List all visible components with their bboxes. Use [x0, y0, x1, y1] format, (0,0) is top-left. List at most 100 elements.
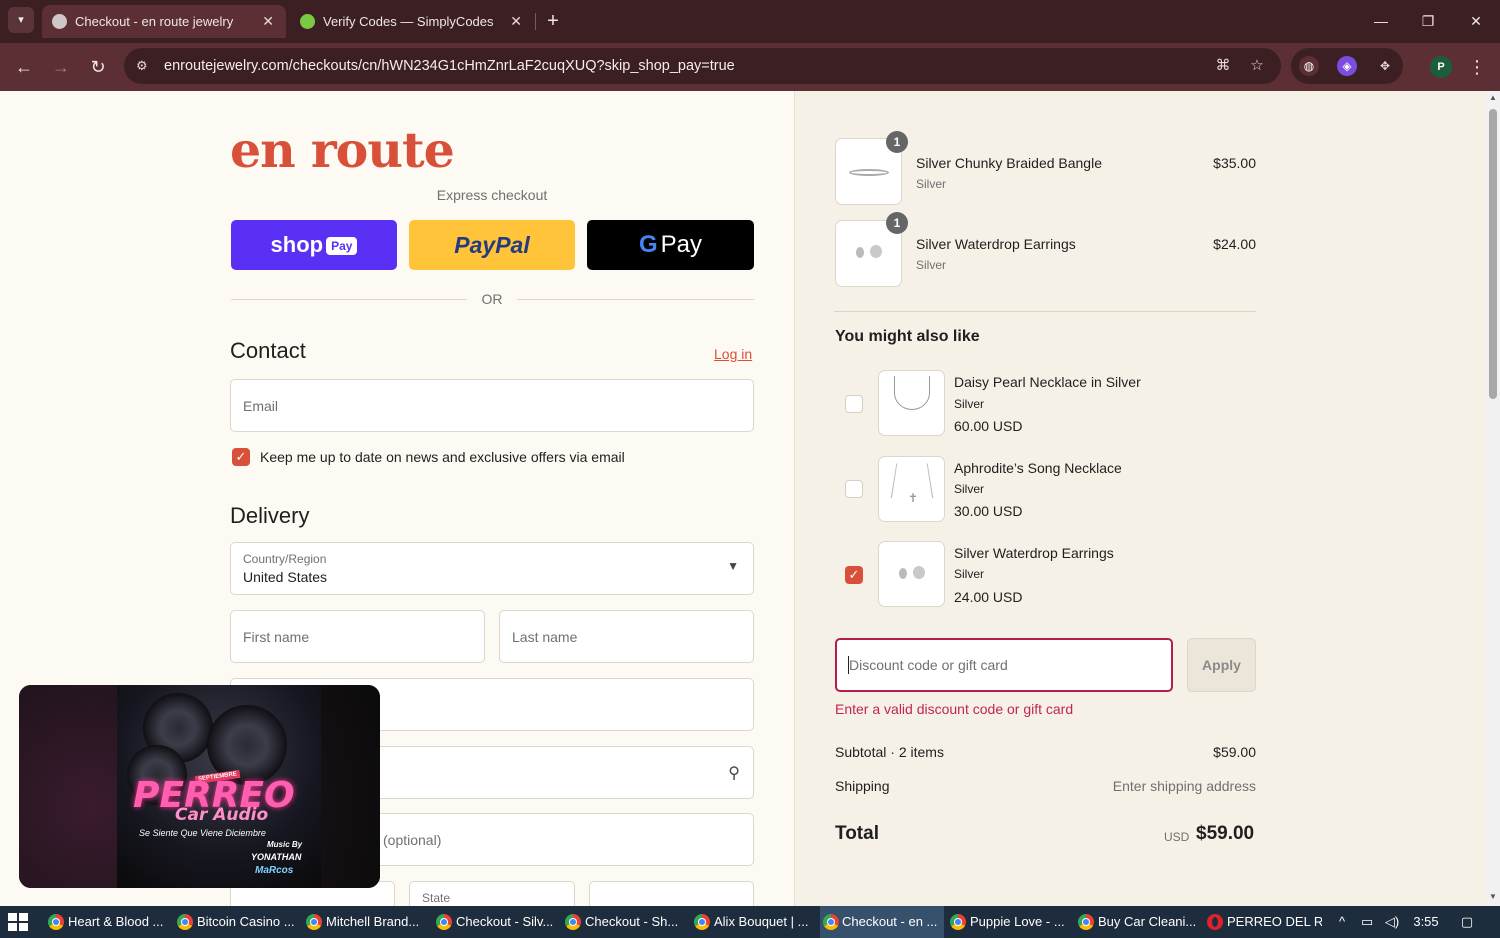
- google-pay-button[interactable]: G Pay: [587, 220, 754, 270]
- state-select[interactable]: State: [409, 881, 575, 906]
- back-icon[interactable]: ←: [10, 53, 38, 81]
- vpn-globe-icon[interactable]: ◍: [1299, 56, 1319, 76]
- waterdrop-earrings-thumbnail[interactable]: [878, 541, 945, 607]
- browser-toolbar: ← → ↻ ⚙ enroutejewelry.com/checkouts/cn/…: [0, 43, 1500, 91]
- taskbar-app[interactable]: Bitcoin Casino ...: [177, 906, 300, 938]
- state-label: State: [422, 891, 451, 905]
- taskbar-app-current[interactable]: Checkout - en ...: [820, 906, 944, 938]
- recommendation-name[interactable]: Daisy Pearl Necklace in Silver: [954, 374, 1141, 390]
- delivery-heading: Delivery: [230, 503, 310, 528]
- chrome-icon: [1078, 914, 1094, 930]
- volume-icon[interactable]: ◁): [1381, 906, 1403, 938]
- puzzle-icon[interactable]: ✥: [1375, 56, 1395, 76]
- close-tab-icon[interactable]: ✕: [262, 5, 274, 38]
- recommendation-checkbox[interactable]: [845, 395, 863, 413]
- taskbar-app[interactable]: Checkout - Sh...: [565, 906, 688, 938]
- or-divider-left: [231, 299, 467, 300]
- quantity-badge: 1: [886, 131, 908, 153]
- forward-icon[interactable]: →: [47, 53, 75, 81]
- quantity-badge: 1: [886, 212, 908, 234]
- total-currency: USD: [1164, 830, 1190, 844]
- last-name-placeholder: Last name: [512, 629, 578, 645]
- url-text[interactable]: enroutejewelry.com/checkouts/cn/hWN234G1…: [164, 48, 735, 84]
- chrome-icon: [950, 914, 966, 930]
- new-tab-button[interactable]: +: [542, 7, 564, 35]
- reload-icon[interactable]: ↻: [84, 53, 112, 81]
- scroll-up-icon[interactable]: ▲: [1488, 93, 1498, 102]
- chrome-icon: [565, 914, 581, 930]
- extension-icon[interactable]: ◈: [1337, 56, 1357, 76]
- shop-pay-tag: Pay: [326, 237, 358, 256]
- taskbar-app-label: Bitcoin Casino ...: [197, 914, 295, 929]
- scrollbar-thumb[interactable]: [1489, 109, 1497, 399]
- taskbar-app[interactable]: PERREO DEL R...: [1207, 906, 1322, 938]
- country-value: United States: [243, 569, 328, 585]
- opera-icon: [1207, 914, 1223, 930]
- window-close-icon[interactable]: ✕: [1462, 8, 1490, 34]
- taskbar-app[interactable]: Puppie Love - ...: [950, 906, 1073, 938]
- close-tab-icon[interactable]: ✕: [510, 5, 522, 38]
- shop-pay-button[interactable]: shop Pay: [231, 220, 397, 270]
- recommendation-checkbox[interactable]: [845, 480, 863, 498]
- chrome-icon: [694, 914, 710, 930]
- last-name-field[interactable]: Last name: [499, 610, 754, 663]
- picture-in-picture-video[interactable]: SEPTIEMBRE PERREO Car Audio Se Siente Qu…: [19, 685, 380, 888]
- recommendation-name[interactable]: Silver Waterdrop Earrings: [954, 545, 1114, 561]
- minimize-icon[interactable]: —: [1367, 8, 1395, 34]
- translate-icon[interactable]: ⌘: [1213, 56, 1233, 76]
- taskbar-app-label: Puppie Love - ...: [970, 914, 1065, 929]
- network-icon[interactable]: ▭: [1356, 906, 1378, 938]
- taskbar-app[interactable]: Checkout - Silv...: [436, 906, 559, 938]
- taskbar-app[interactable]: Mitchell Brand...: [306, 906, 429, 938]
- discount-placeholder: Discount code or gift card: [849, 657, 1008, 673]
- windows-taskbar: Heart & Blood ... Bitcoin Casino ... Mit…: [0, 906, 1500, 938]
- taskbar-app[interactable]: Alix Bouquet | ...: [694, 906, 817, 938]
- aphrodite-necklace-thumbnail[interactable]: ✝: [878, 456, 945, 522]
- address-bar[interactable]: ⚙ enroutejewelry.com/checkouts/cn/hWN234…: [124, 48, 1281, 84]
- browser-menu-icon[interactable]: ⋮: [1467, 53, 1487, 81]
- store-logo[interactable]: en route: [230, 121, 455, 179]
- taskbar-app[interactable]: Heart & Blood ...: [48, 906, 171, 938]
- site-info-icon[interactable]: ⚙: [136, 58, 152, 74]
- profile-avatar[interactable]: P: [1430, 56, 1452, 78]
- total-value: $59.00: [1196, 823, 1255, 844]
- earring-image: [899, 568, 907, 579]
- bangle-image: [849, 169, 889, 176]
- cart-item-variant: Silver: [916, 177, 947, 191]
- recommendation-checkbox[interactable]: ✓: [845, 566, 863, 584]
- first-name-field[interactable]: First name: [230, 610, 485, 663]
- recommendation-price: 60.00 USD: [954, 418, 1023, 434]
- artist-name: YONATHAN: [251, 852, 302, 862]
- newsletter-checkbox[interactable]: ✓: [232, 448, 250, 466]
- bookmark-star-icon[interactable]: ☆: [1247, 56, 1267, 76]
- zip-field[interactable]: [589, 881, 754, 906]
- windows-start-icon[interactable]: [8, 913, 28, 931]
- clock-time[interactable]: 3:55: [1408, 906, 1444, 938]
- paypal-button[interactable]: PayPal: [409, 220, 575, 270]
- taskbar-app[interactable]: Buy Car Cleani...: [1078, 906, 1201, 938]
- login-link[interactable]: Log in: [714, 346, 752, 362]
- globe-favicon-icon: [52, 14, 67, 29]
- daisy-necklace-thumbnail[interactable]: [878, 370, 945, 436]
- tab-title: Checkout - en route jewelry: [75, 14, 234, 29]
- country-select[interactable]: Country/Region United States ▼: [230, 542, 754, 595]
- tab-checkout-en-route[interactable]: Checkout - en route jewelry ✕: [42, 5, 286, 38]
- taskbar-app-label: Mitchell Brand...: [326, 914, 420, 929]
- restore-icon[interactable]: ❐: [1414, 8, 1442, 34]
- scroll-down-icon[interactable]: ▼: [1488, 892, 1498, 901]
- email-field[interactable]: Email: [230, 379, 754, 432]
- tab-search-icon[interactable]: ▾: [8, 7, 34, 33]
- discount-code-field[interactable]: Discount code or gift card: [835, 638, 1173, 692]
- cart-item-variant: Silver: [916, 258, 947, 272]
- taskbar-app-label: Checkout - Silv...: [456, 914, 554, 929]
- notifications-icon[interactable]: ▢: [1455, 906, 1479, 938]
- tab-verify-codes[interactable]: Verify Codes — SimplyCodes ✕: [290, 5, 534, 38]
- extensions-group: ◍ ◈ ✥: [1291, 48, 1403, 84]
- tray-chevron-up-icon[interactable]: ^: [1333, 906, 1351, 938]
- page-scrollbar[interactable]: ▲ ▼: [1486, 91, 1500, 906]
- apply-discount-button[interactable]: Apply: [1187, 638, 1256, 692]
- chrome-icon: [48, 914, 64, 930]
- or-label: OR: [481, 291, 503, 307]
- recommendation-name[interactable]: Aphrodite’s Song Necklace: [954, 460, 1122, 476]
- newsletter-label: Keep me up to date on news and exclusive…: [260, 449, 625, 465]
